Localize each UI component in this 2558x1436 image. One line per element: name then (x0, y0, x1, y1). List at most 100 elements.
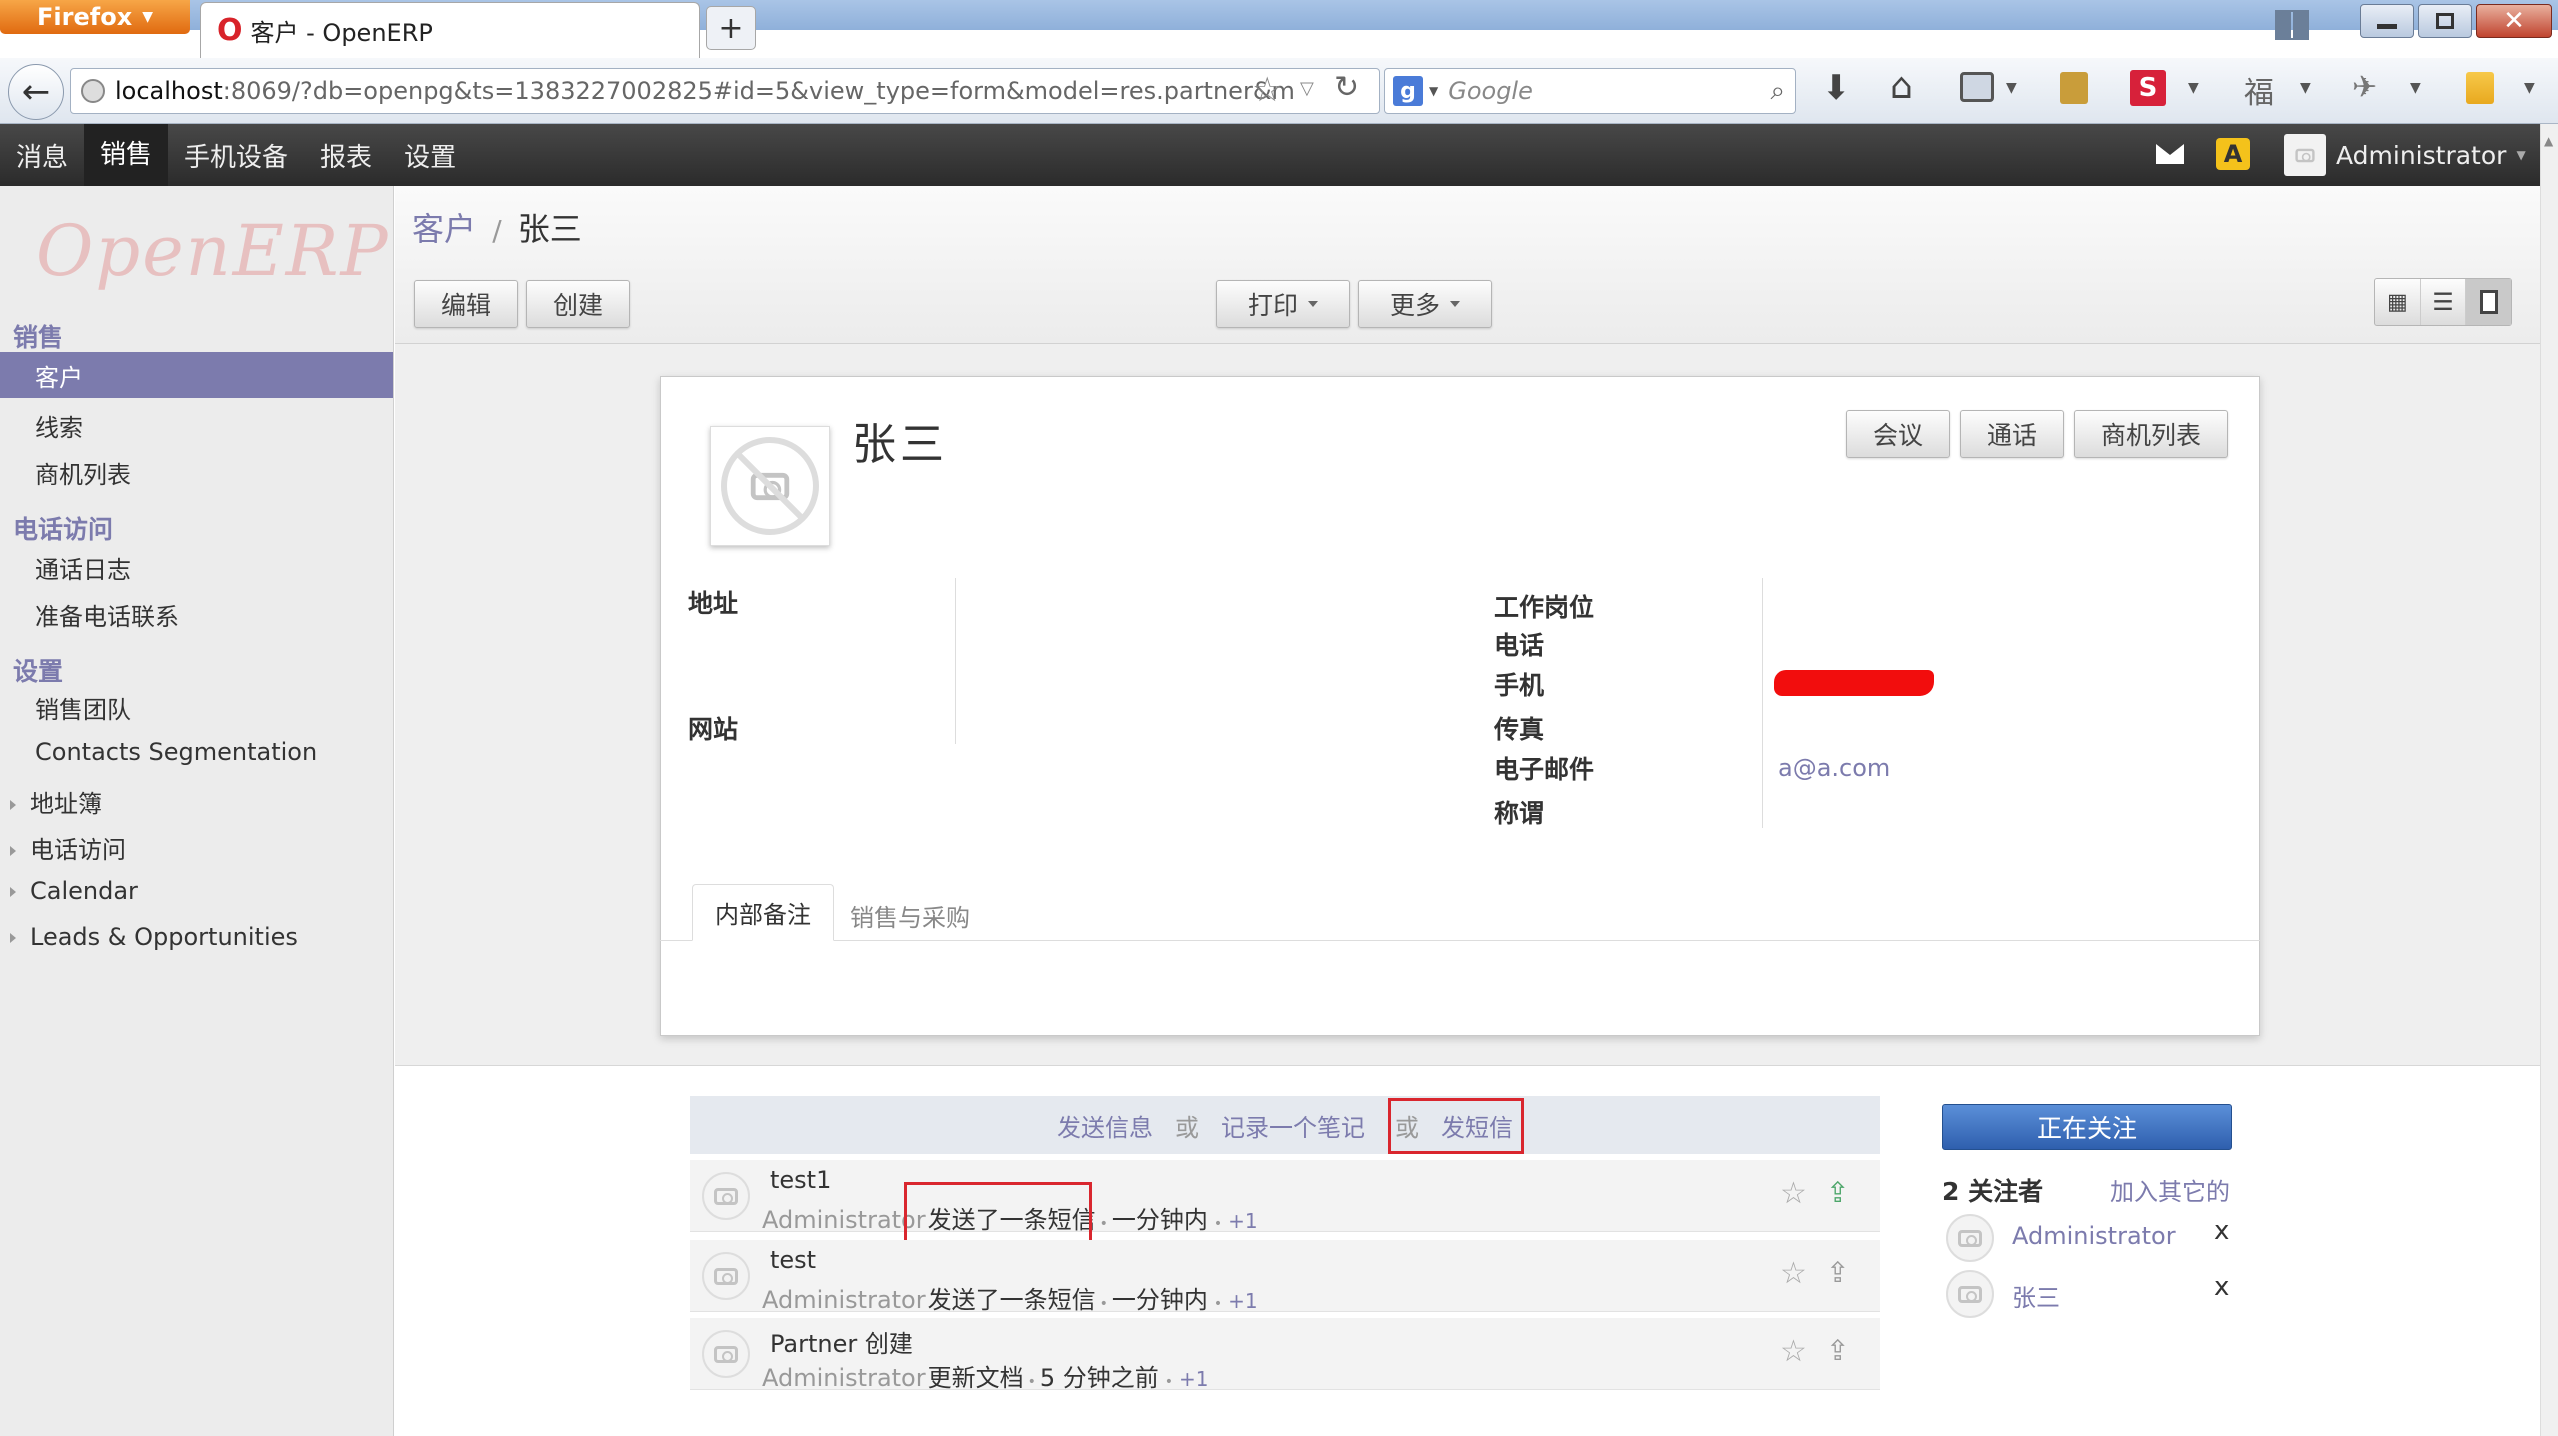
reply-icon[interactable]: ⇪ (1826, 1176, 1849, 1209)
sidebar-item-scheduled-calls[interactable]: 准备电话联系 (35, 597, 179, 632)
tab-internal-notes[interactable]: 内部备注 (692, 884, 834, 941)
menu-overflow-icon[interactable]: ▼ (2524, 80, 2535, 96)
reply-icon[interactable]: ⇪ (1826, 1256, 1849, 1289)
more-button[interactable]: 更多 (1358, 280, 1492, 328)
topnav-item-mobile[interactable]: 手机设备 (168, 137, 304, 174)
mobile-label: 手机 (1494, 671, 1545, 700)
print-label: 打印 (1247, 291, 1298, 320)
opportunities-button[interactable]: 商机列表 (2074, 410, 2228, 458)
warning-icon[interactable]: A (2216, 138, 2250, 170)
minimize-button[interactable] (2360, 4, 2414, 38)
or-separator-1: 或 (1175, 1113, 1199, 1142)
sidebar-item-leads-opps[interactable]: Leads & Opportunities (10, 923, 298, 951)
star-icon[interactable]: ☆ (1780, 1176, 1807, 1211)
sidebar-item-sales-teams[interactable]: 销售团队 (35, 690, 131, 725)
meta-sep: • (1099, 1216, 1108, 1232)
sidebar-item-opportunities[interactable]: 商机列表 (35, 455, 131, 490)
mobile-redacted (1774, 670, 1934, 696)
send-message-link[interactable]: 发送信息 (1057, 1108, 1153, 1143)
firefox-menu-button[interactable]: Firefox ▼ (0, 0, 190, 34)
new-tab-button[interactable]: + (706, 6, 756, 50)
message-time: 5 分钟之前 (1039, 1364, 1159, 1392)
sidebar-item-phone-calls[interactable]: 电话访问 (10, 830, 126, 865)
follower-name[interactable]: Administrator (2012, 1222, 2176, 1250)
topnav-item-reports[interactable]: 报表 (304, 137, 388, 174)
home-icon[interactable]: ⌂ (1890, 66, 1913, 107)
chevron-down-icon[interactable]: ▼ (2006, 80, 2017, 96)
addon-dropdown-icon[interactable] (1960, 72, 1994, 102)
globe-icon (81, 79, 105, 103)
scroll-up-icon[interactable]: ▲ (2544, 134, 2553, 148)
follower-avatar (1946, 1270, 1994, 1318)
add-followers-link[interactable]: 加入其它的 (2110, 1172, 2230, 1207)
url-bar[interactable]: localhost:8069/?db=openpg&ts=13832270028… (70, 68, 1380, 114)
topnav-item-settings[interactable]: 设置 (388, 137, 472, 174)
topnav-item-messages[interactable]: 消息 (0, 137, 84, 174)
tab-groups-icon[interactable] (2275, 10, 2309, 40)
notes-icon[interactable] (2466, 72, 2494, 104)
chevron-down-icon[interactable]: ▼ (2300, 80, 2311, 96)
edit-button[interactable]: 编辑 (414, 280, 518, 328)
title-label: 称谓 (1494, 799, 1545, 828)
s-addon-icon[interactable]: S (2130, 70, 2166, 106)
message-time: 一分钟内 (1111, 1286, 1208, 1314)
bookmarks-icon[interactable] (2060, 72, 2088, 104)
user-avatar (2284, 134, 2326, 176)
plugin-icon[interactable]: ✈ (2352, 70, 2377, 105)
reply-icon[interactable]: ⇪ (1826, 1334, 1849, 1367)
reload-icon[interactable]: ↻ (1334, 70, 1359, 105)
page-scrollbar[interactable]: ▲ (2540, 124, 2558, 1436)
user-name: Administrator (2336, 140, 2507, 170)
opera-icon: O (217, 13, 243, 48)
remove-follower-button[interactable]: x (2214, 1272, 2229, 1302)
sidebar-item-leads[interactable]: 线索 (35, 408, 83, 443)
openerp-logo[interactable]: OpenERP (36, 210, 390, 292)
sidebar-item-customers-label[interactable]: 客户 (35, 358, 83, 393)
download-icon[interactable]: ⬇ (1822, 68, 1851, 108)
star-icon[interactable]: ☆ (1780, 1256, 1807, 1291)
message-time: 一分钟内 (1111, 1206, 1208, 1234)
sidebar-item-segmentation[interactable]: Contacts Segmentation (35, 738, 317, 766)
sidebar-item-call-log[interactable]: 通话日志 (35, 550, 131, 585)
message-action: 发送了一条短信 (927, 1286, 1096, 1314)
tab-sales-purchases[interactable]: 销售与采购 (850, 898, 970, 933)
logo-text: OpenERP (36, 210, 390, 292)
user-menu[interactable]: Administrator ▼ (2284, 134, 2526, 176)
message-extra[interactable]: +1 (1228, 1289, 1257, 1313)
star-icon[interactable]: ☆ (1780, 1334, 1807, 1369)
breadcrumb-parent[interactable]: 客户 (412, 210, 476, 248)
follower-name[interactable]: 张三 (2012, 1278, 2060, 1313)
chevron-down-icon[interactable]: ▼ (2410, 80, 2421, 96)
restore-button[interactable] (2418, 4, 2472, 38)
following-button[interactable]: 正在关注 (1942, 1104, 2232, 1150)
log-note-link[interactable]: 记录一个笔记 (1221, 1108, 1365, 1143)
print-button[interactable]: 打印 (1216, 280, 1350, 328)
message-extra[interactable]: +1 (1179, 1367, 1208, 1391)
kanban-view-icon[interactable]: ▦ (2375, 279, 2421, 325)
back-button[interactable]: ← (8, 64, 64, 120)
message-author[interactable]: Administrator (762, 1364, 926, 1392)
history-dropdown-icon[interactable]: ▽ (1300, 78, 1314, 99)
sidebar-item-address-book[interactable]: 地址簿 (10, 784, 102, 819)
chevron-down-icon[interactable]: ▼ (2188, 80, 2199, 96)
search-bar[interactable]: g ▼ Google ⌕ (1384, 68, 1796, 114)
bookmark-star-icon[interactable]: ☆ (1252, 70, 1282, 110)
fu-addon-icon[interactable]: 福 (2244, 68, 2274, 112)
remove-follower-button[interactable]: x (2214, 1216, 2229, 1246)
topnav-item-sales[interactable]: 销售 (84, 124, 169, 186)
close-window-button[interactable]: ✕ (2476, 4, 2552, 38)
message-author[interactable]: Administrator (762, 1206, 926, 1234)
list-view-icon[interactable]: ☰ (2421, 279, 2467, 325)
message-avatar (702, 1172, 750, 1220)
message-extra[interactable]: +1 (1228, 1209, 1257, 1233)
create-button[interactable]: 创建 (526, 280, 630, 328)
meta-sep: • (1213, 1216, 1223, 1232)
partner-image[interactable] (710, 426, 830, 546)
form-view-icon[interactable] (2466, 279, 2512, 325)
meeting-button[interactable]: 会议 (1846, 410, 1950, 458)
call-button[interactable]: 通话 (1960, 410, 2064, 458)
sidebar-item-calendar[interactable]: Calendar (10, 877, 138, 905)
browser-tab[interactable]: O 客户 - OpenERP (200, 2, 700, 58)
message-author[interactable]: Administrator (762, 1286, 926, 1314)
email-value[interactable]: a@a.com (1778, 754, 1890, 782)
